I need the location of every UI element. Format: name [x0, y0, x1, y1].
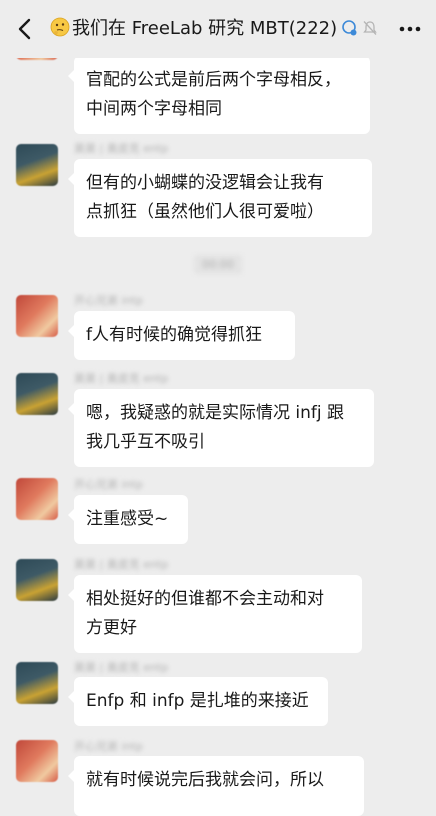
message-bubble[interactable]: 嗯，我疑惑的就是实际情况 infj 跟 我几乎互不吸引: [68, 389, 374, 467]
avatar[interactable]: [16, 478, 58, 520]
message-text: 但有的小蝴蝶的没逻辑会让我有: [86, 173, 324, 193]
message-text: f人有时候的确觉得抓狂: [86, 325, 262, 345]
group-chat-icon: [342, 20, 357, 36]
message-bubble[interactable]: f人有时候的确觉得抓狂: [68, 311, 295, 360]
message-bubble[interactable]: 就有时候说完后我就会问，所以: [68, 756, 364, 816]
mute-bell-icon: [363, 21, 377, 35]
avatar[interactable]: [16, 373, 58, 415]
sender-name: 昊昊 | 奥皮克 entp: [74, 558, 169, 571]
avatar[interactable]: [16, 740, 58, 782]
message-bubble[interactable]: 相处挺好的但谁都不会主动和对 方更好: [68, 575, 362, 653]
avatar[interactable]: [16, 662, 58, 704]
message-bubble[interactable]: Enfp 和 infp 是扎堆的来接近: [68, 677, 328, 726]
message-feed[interactable]: 官配的公式是前后两个字母相反， 中间两个字母相同 昊昊 | 奥皮克 entp 但…: [0, 0, 436, 816]
chat-timestamp: 00:00: [0, 255, 436, 274]
message-text: 官配的公式是前后两个字母相反，: [86, 70, 341, 90]
message-text: 相处挺好的但谁都不会主动和对: [86, 589, 324, 609]
message-text: 方更好: [86, 618, 137, 638]
message-bubble[interactable]: 官配的公式是前后两个字母相反， 中间两个字母相同: [68, 56, 370, 134]
more-options-icon[interactable]: [398, 25, 422, 33]
chat-title[interactable]: 我们在 FreeLab 研究 MBT(222): [50, 14, 379, 44]
message-text: 就有时候说完后我就会问，所以: [86, 770, 324, 790]
sender-name: 昊昊 | 奥皮克 entp: [74, 661, 169, 674]
message-text: 中间两个字母相同: [86, 99, 222, 119]
message-text: 点抓狂（虽然他们人很可爱啦）: [86, 202, 324, 222]
thinking-face-icon: [50, 17, 70, 37]
avatar[interactable]: [16, 559, 58, 601]
message-bubble[interactable]: 注重感受~: [68, 495, 188, 544]
sender-name: 昊昊 | 奥皮克 entp: [74, 142, 169, 155]
avatar[interactable]: [16, 144, 58, 186]
message-bubble[interactable]: 但有的小蝴蝶的没逻辑会让我有 点抓狂（虽然他们人很可爱啦）: [68, 159, 372, 237]
sender-name: 开心兄弟 intp: [74, 478, 143, 491]
message-text: Enfp 和 infp 是扎堆的来接近: [86, 691, 309, 711]
sender-name: 开心兄弟 intp: [74, 294, 143, 307]
chat-title-text: 我们在 FreeLab 研究 MBT: [72, 18, 289, 39]
chat-header: 我们在 FreeLab 研究 MBT(222): [0, 0, 436, 58]
sender-name: 开心兄弟 intp: [74, 740, 143, 753]
message-text: 嗯，我疑惑的就是实际情况 infj 跟: [86, 403, 345, 423]
member-count: (222): [288, 18, 338, 39]
message-text: 注重感受~: [86, 509, 169, 529]
avatar[interactable]: [16, 295, 58, 337]
sender-name: 昊昊 | 奥皮克 entp: [74, 372, 169, 385]
message-text: 我几乎互不吸引: [86, 432, 205, 452]
back-arrow-icon[interactable]: [14, 17, 36, 41]
